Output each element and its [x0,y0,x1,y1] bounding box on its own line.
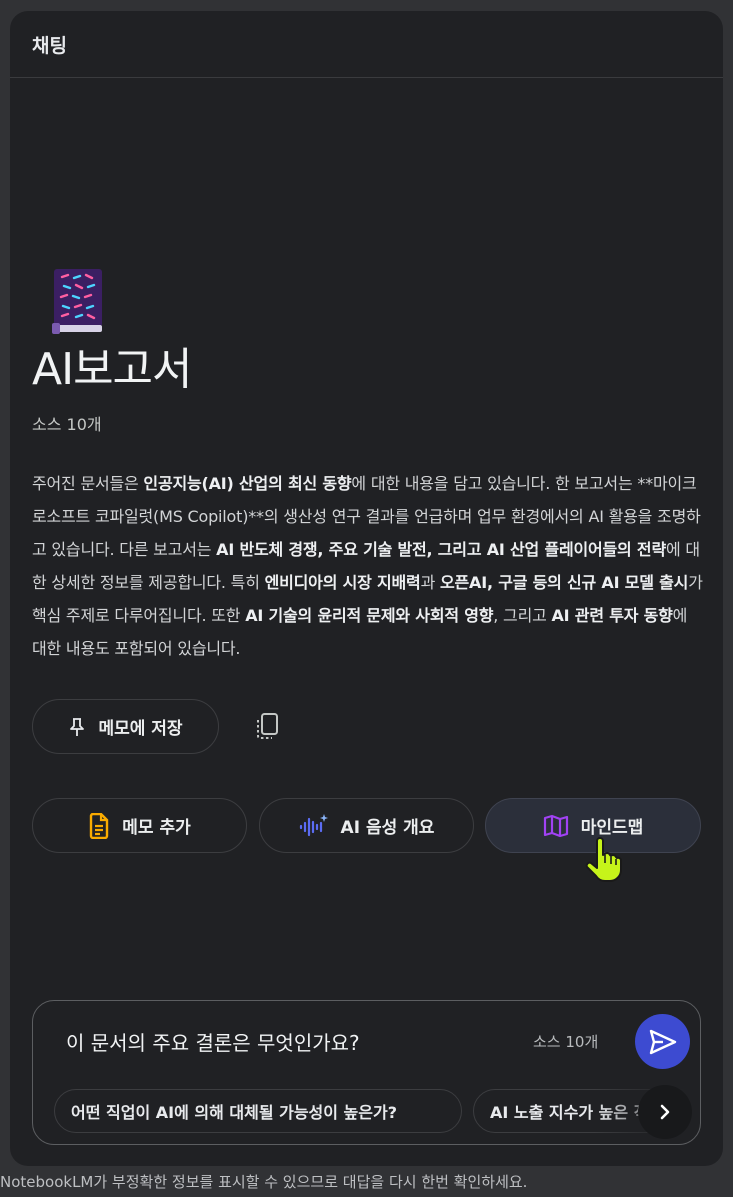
panel-title: 채팅 [32,34,67,57]
summary-highlight: 인공지능(AI) 산업의 최신 동향 [143,474,352,493]
footer-disclaimer: NotebookLM가 부정확한 정보를 표시할 수 있으므로 대답을 다시 한… [0,1173,528,1191]
chevron-right-icon [660,1104,670,1120]
send-icon [649,1029,676,1054]
add-memo-label: 메모 추가 [122,818,191,838]
chat-input-box[interactable]: 이 문서의 주요 결론은 무엇인가요? 소스 10개 어떤 직업이 AI에 의해… [32,1000,701,1145]
add-memo-button[interactable]: 메모 추가 [32,798,247,853]
notebook-sources-count: 소스 10개 [32,415,102,434]
summary-highlight: 엔비디아의 시장 지배력 [264,573,421,592]
map-icon [543,814,568,837]
summary-text: 주어진 문서들은 [32,474,144,493]
mindmap-label: 마인드맵 [580,818,644,838]
notebook-summary: 주어진 문서들은 인공지능(AI) 산업의 최신 동향에 대한 내용을 담고 있… [32,467,704,665]
summary-highlight: AI 반도체 경쟁, 주요 기술 발전, 그리고 AI 산업 플레이어들의 전략 [216,540,666,559]
hand-cursor-icon [583,837,623,883]
chat-panel: 채팅 AI보고서 소스 10개 주어진 문서들은 인공지능(AI) 산업의 최신… [10,11,723,1166]
next-suggestions-button[interactable] [638,1085,692,1139]
save-to-memo-label: 메모에 저장 [98,719,183,739]
suggestion-chip[interactable]: 어떤 직업이 AI에 의해 대체될 가능성이 높은가? [54,1089,462,1133]
summary-text: , 그리고 [493,606,552,625]
chat-sources-count: 소스 10개 [533,1033,599,1051]
audio-overview-label: AI 음성 개요 [340,818,435,838]
panel-header: 채팅 [10,11,723,78]
send-button[interactable] [635,1014,690,1069]
summary-highlight: AI 기술의 윤리적 문제와 사회적 영향 [245,606,494,625]
summary-highlight: AI 관련 투자 동향 [551,606,673,625]
chat-query-input[interactable]: 이 문서의 주요 결론은 무엇인가요? [66,1027,360,1056]
summary-highlight: 오픈AI, 구글 등의 신규 AI 모델 출시 [439,573,689,592]
audio-overview-button[interactable]: AI 음성 개요 [259,798,474,853]
suggestion-chips: 어떤 직업이 AI에 의해 대체될 가능성이 높은가? AI 노출 지수가 높은… [54,1089,697,1134]
memo-document-icon [90,812,109,839]
notebook-book-icon [50,267,106,335]
copy-button[interactable] [250,709,284,743]
summary-text: 과 [420,573,440,592]
notebook-title: AI보고서 [32,344,193,395]
save-to-memo-button[interactable]: 메모에 저장 [32,699,219,754]
copy-icon [257,713,278,739]
audio-wave-sparkle-icon [299,813,328,836]
pin-icon [70,717,85,736]
